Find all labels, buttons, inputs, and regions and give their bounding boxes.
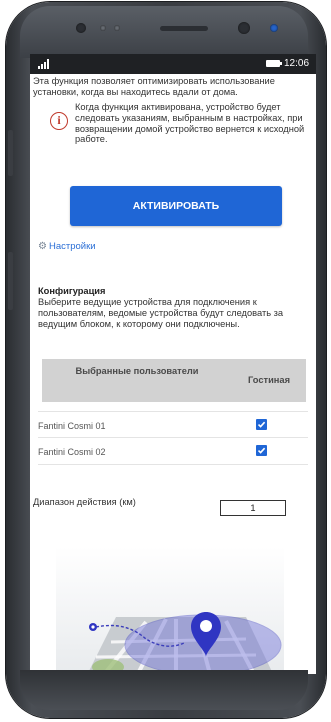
front-camera-icon [76,23,86,33]
configuration-title: Конфигурация [38,286,106,296]
status-time: 12:06 [284,58,310,69]
settings-link[interactable]: ⚙ Настройки [38,241,96,252]
settings-link-label: Настройки [48,241,96,252]
indicator-light-icon [270,24,278,32]
signal-icon [38,59,52,69]
table-row: Fantini Cosmi 01 [38,411,308,438]
table-header: Выбранные пользователи Гостиная [42,359,306,402]
start-pin-icon [89,623,97,631]
phone-bottom-bezel [20,670,308,710]
sensor-icon [100,25,106,31]
table-row: Fantini Cosmi 02 [38,438,308,465]
phone-side-button [8,130,13,176]
sensor-icon [114,25,120,31]
info-note: Когда функция активирована, устройство б… [75,102,305,145]
configuration-description: Выберите ведущие устройства для подключе… [38,297,284,329]
phone-side-button [8,252,13,310]
front-camera-icon [238,22,250,34]
column-header-room: Гостиная [247,375,290,385]
info-icon: i [50,112,68,130]
device-name: Fantini Cosmi 02 [38,447,106,457]
range-map[interactable] [56,547,284,674]
range-input[interactable]: 1 [220,500,286,516]
device-name: Fantini Cosmi 01 [38,421,106,431]
intro-text: Эта функция позволяет оптимизировать исп… [33,76,275,97]
range-label: Диапазон действия (км) [33,497,136,507]
status-bar: 12:06 [30,54,316,74]
checkbox-checked-icon[interactable] [256,419,267,430]
battery-icon [266,60,282,67]
earpiece-speaker [160,26,208,31]
activate-button[interactable]: АКТИВИРОВАТЬ [70,186,282,226]
phone-top-bezel [20,6,308,58]
column-header-users: Выбранные пользователи [75,366,199,376]
phone-screen: 12:06 Эта функция позволяет оптимизирова… [30,54,316,674]
gear-icon: ⚙ [38,241,47,252]
checkbox-checked-icon[interactable] [256,445,267,456]
